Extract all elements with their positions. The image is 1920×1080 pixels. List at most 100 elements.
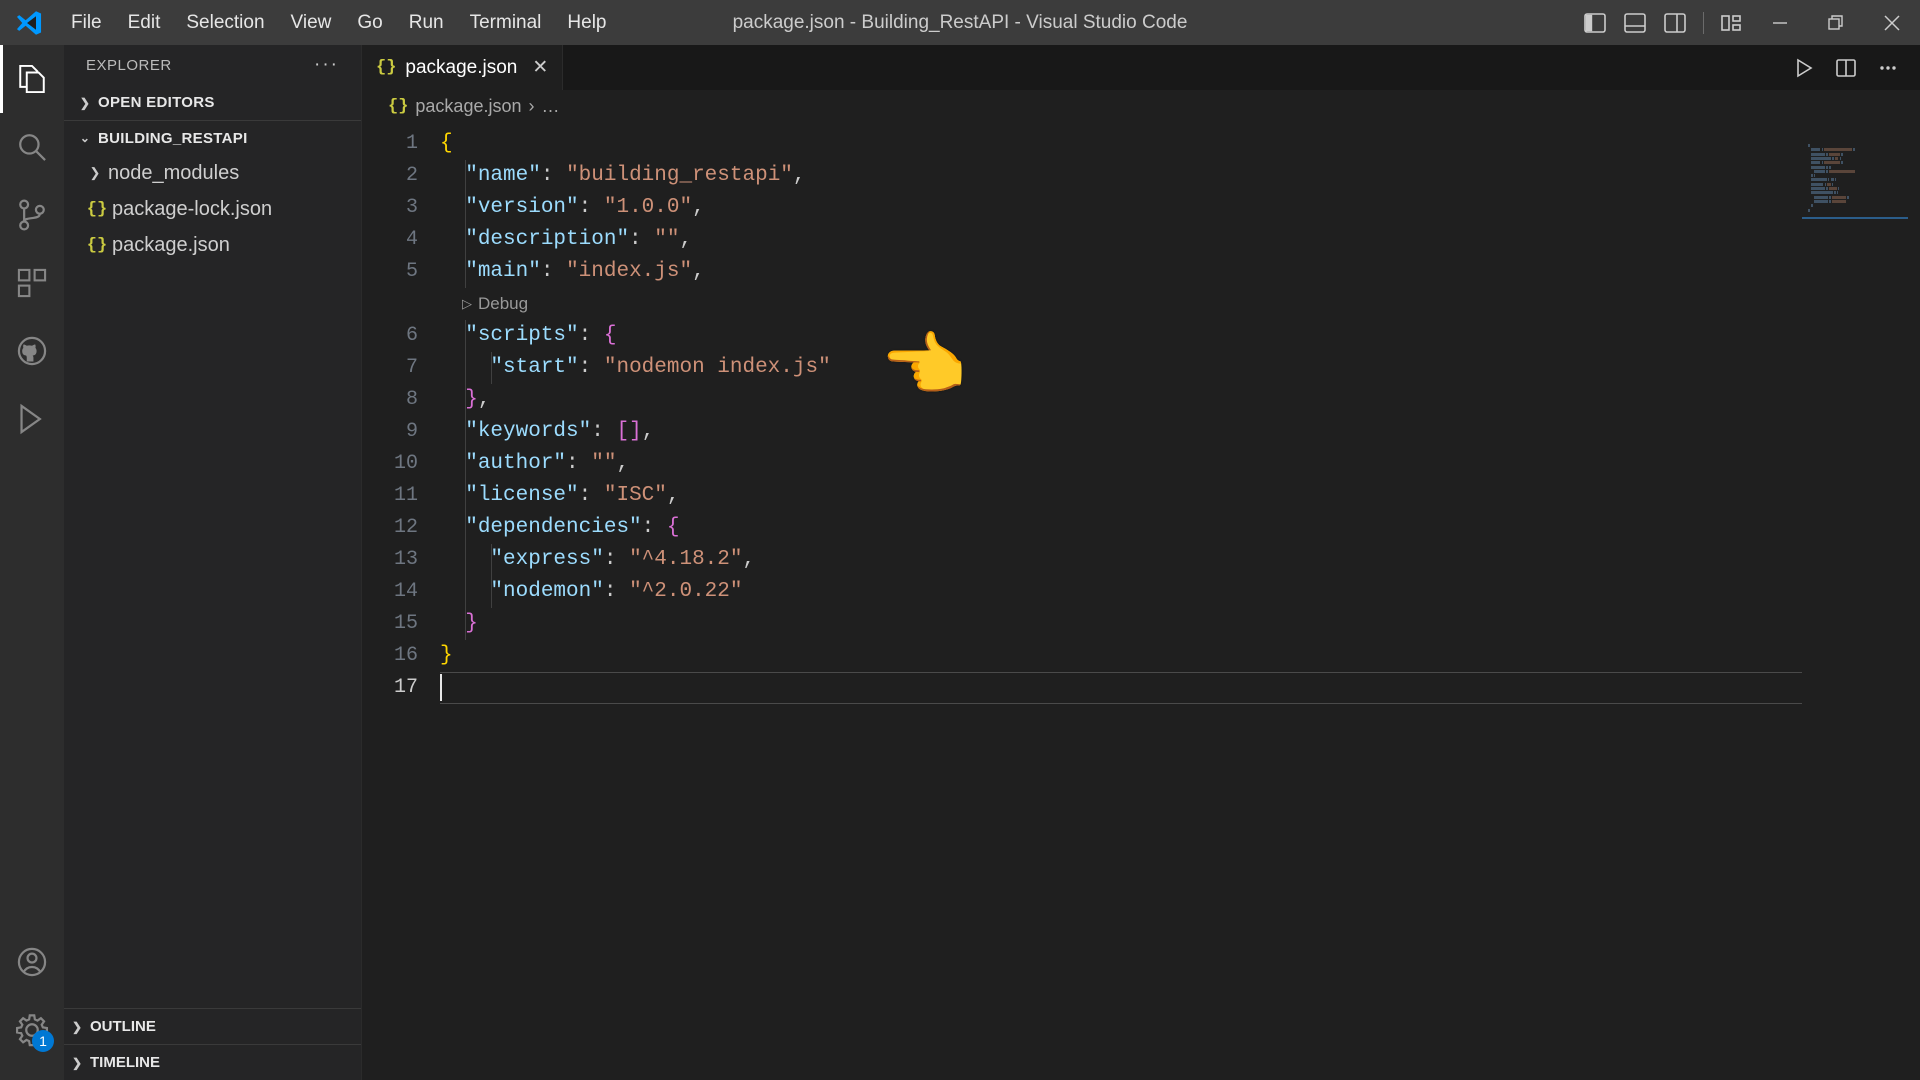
code-line[interactable]: 17 [362,672,1920,704]
menu-terminal[interactable]: Terminal [457,7,555,39]
minimap-line [1811,204,1813,207]
breadcrumb-rest[interactable]: … [541,96,559,117]
code-line[interactable]: 2 "name": "building_restapi", [362,160,1920,192]
customize-layout-icon[interactable] [1712,0,1752,45]
vscode-logo [0,0,58,45]
chevron-right-icon: ❯ [64,1020,90,1034]
code-token: { [440,132,453,155]
menu-run[interactable]: Run [396,7,457,39]
sidebar-section-timeline[interactable]: ❯ TIMELINE [64,1044,361,1080]
minimap-line [1811,178,1827,181]
editor-vertical-scrollbar[interactable] [1906,122,1920,1080]
close-button[interactable] [1864,0,1920,45]
line-number: 9 [362,416,440,448]
activity-item-settings[interactable]: 1 [0,996,64,1064]
code-token [440,484,465,507]
activity-item-run-and-debug[interactable] [0,385,64,453]
code-line[interactable]: 10 "author": "", [362,448,1920,480]
split-editor-button[interactable] [1828,50,1864,86]
json-file-icon: {} [388,97,408,116]
code-token: "license" [465,484,578,507]
json-file-icon: {} [376,58,396,77]
open-editors-label: OPEN EDITORS [98,94,215,111]
workbench-body: 1 EXPLORER ··· ❯ OPEN EDITORS ⌄ BUILDING… [0,45,1920,1080]
sidebar-section-project[interactable]: ⌄ BUILDING_RESTAPI [64,120,361,155]
more-actions-button[interactable] [1870,50,1906,86]
minimap-line [1826,187,1828,190]
code-content[interactable]: 1{2 "name": "building_restapi",3 "versio… [362,122,1920,704]
code-line[interactable]: 4 "description": "", [362,224,1920,256]
tab-close-icon[interactable]: ✕ [532,56,548,79]
code-line[interactable]: 14 "nodemon": "^2.0.22" [362,576,1920,608]
codelens-debug[interactable]: ▷Debug [362,288,1920,320]
indent-guide [491,352,492,384]
activity-item-explorer[interactable] [0,45,64,113]
activity-item-search[interactable] [0,113,64,181]
code-line[interactable]: 1{ [362,128,1920,160]
sidebar-more-actions-icon[interactable]: ··· [314,54,349,76]
code-line[interactable]: 7 "start": "nodemon index.js" [362,352,1920,384]
minimap-line [1814,174,1816,177]
code-token: : [629,228,654,251]
toggle-primary-sidebar-icon[interactable] [1575,0,1615,45]
code-line[interactable]: 12 "dependencies": { [362,512,1920,544]
run-button[interactable] [1786,50,1822,86]
code-line[interactable]: 15 } [362,608,1920,640]
tab-package-json[interactable]: {} package.json ✕ [362,45,563,90]
line-number: 7 [362,352,440,384]
minimap-line [1829,200,1831,203]
activity-item-extensions[interactable] [0,249,64,317]
json-file-icon: {} [82,200,112,219]
tree-item-package-json[interactable]: {} package.json [64,227,361,263]
code-token: : [541,260,566,283]
minimap-line [1832,200,1846,203]
menu-selection[interactable]: Selection [173,7,277,39]
maximize-restore-button[interactable] [1808,0,1864,45]
sidebar-section-outline[interactable]: ❯ OUTLINE [64,1008,361,1044]
activity-item-github[interactable] [0,317,64,385]
explorer-sidebar: EXPLORER ··· ❯ OPEN EDITORS ⌄ BUILDING_R… [64,45,362,1080]
text-cursor [440,674,442,701]
pointing-hand-cursor: 👈 [880,330,967,400]
menu-file[interactable]: File [58,7,115,39]
minimap[interactable] [1802,122,1920,1080]
tree-item-node-modules[interactable]: ❯ node_modules [64,155,361,191]
activity-item-accounts[interactable] [0,928,64,996]
code-token: , [667,484,680,507]
minimap-line [1828,178,1830,181]
minimize-button[interactable] [1752,0,1808,45]
code-token [440,516,465,539]
menu-help[interactable]: Help [554,7,619,39]
editor-area[interactable]: 1{2 "name": "building_restapi",3 "versio… [362,122,1920,1080]
timeline-label: TIMELINE [90,1054,160,1071]
code-token: "building_restapi" [566,164,793,187]
code-line[interactable]: 13 "express": "^4.18.2", [362,544,1920,576]
code-line[interactable]: 5 "main": "index.js", [362,256,1920,288]
toggle-secondary-sidebar-icon[interactable] [1655,0,1695,45]
code-token: [] [616,420,641,443]
code-line[interactable]: 11 "license": "ISC", [362,480,1920,512]
codelens-label: Debug [478,288,528,320]
code-token: "description" [465,228,629,251]
indent-guide [491,544,492,608]
sidebar-section-open-editors[interactable]: ❯ OPEN EDITORS [64,85,361,120]
menu-go[interactable]: Go [344,7,395,39]
activity-item-source-control[interactable] [0,181,64,249]
line-number: 8 [362,384,440,416]
code-line[interactable]: 9 "keywords": [], [362,416,1920,448]
minimap-line [1811,153,1825,156]
menu-view[interactable]: View [278,7,345,39]
code-line[interactable]: 6 "scripts": { [362,320,1920,352]
breadcrumb-file[interactable]: package.json [415,96,521,117]
source-control-icon [15,198,49,232]
minimap-line [1831,178,1834,181]
toggle-panel-icon[interactable] [1615,0,1655,45]
code-line-text: } [440,640,1920,672]
code-line[interactable]: 3 "version": "1.0.0", [362,192,1920,224]
menu-edit[interactable]: Edit [115,7,174,39]
tree-item-label: package.json [112,234,230,257]
code-token: "1.0.0" [604,196,692,219]
tree-item-package-lock-json[interactable]: {} package-lock.json [64,191,361,227]
code-line[interactable]: 16} [362,640,1920,672]
code-line[interactable]: 8 }, [362,384,1920,416]
